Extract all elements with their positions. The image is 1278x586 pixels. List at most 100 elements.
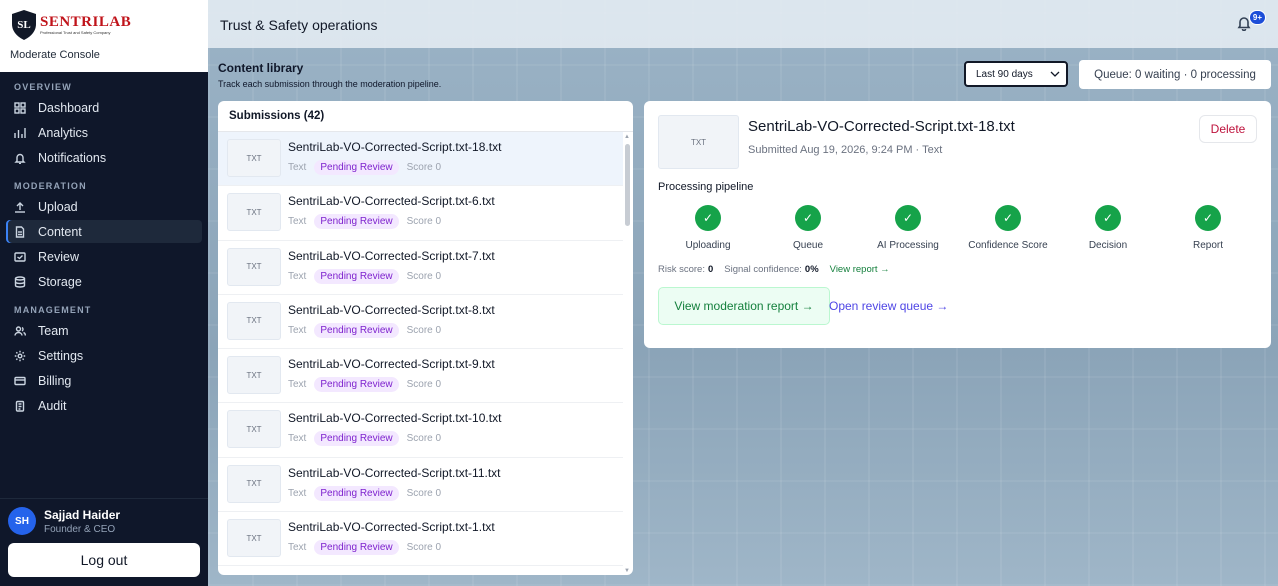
check-circle-icon: ✓	[695, 205, 721, 231]
submission-row[interactable]: TXT SentriLab-VO-Corrected-Script.txt-10.…	[218, 403, 623, 458]
pipeline-step: ✓ Report	[1158, 205, 1258, 251]
check-circle-icon: ✓	[995, 205, 1021, 231]
sidebar-item-team[interactable]: Team	[6, 319, 202, 342]
submission-name: SentriLab-VO-Corrected-Script.txt-9.txt	[288, 357, 495, 372]
file-thumbnail: TXT	[227, 139, 281, 177]
submission-score: Score 0	[406, 379, 442, 391]
pipeline-step-label: AI Processing	[877, 240, 939, 251]
submission-type: Text	[288, 487, 307, 499]
console-subtitle: Moderate Console	[10, 49, 100, 61]
nav-section-title: MODERATION	[14, 181, 87, 191]
submission-row[interactable]: TXT SentriLab-VO-Corrected-Script.txt-1.t…	[218, 512, 623, 567]
submission-type: Text	[288, 542, 307, 554]
sidebar-item-upload[interactable]: Upload	[6, 195, 202, 218]
brand: SL SENTRILAB Professional Trust and Safe…	[0, 0, 208, 72]
submission-row[interactable]: TXT SentriLab-VO-Corrected-Script.txt-11.…	[218, 458, 623, 513]
sidebar-item-billing[interactable]: Billing	[6, 369, 202, 392]
sidebar-item-analytics[interactable]: Analytics	[6, 121, 202, 144]
nav-section-title: OVERVIEW	[14, 82, 72, 92]
pipeline-step: ✓ Uploading	[658, 205, 758, 251]
submissions-list: TXT SentriLab-VO-Corrected-Script.txt-18.…	[218, 132, 633, 567]
card-icon	[14, 375, 26, 387]
scroll-up-icon[interactable]: ▲	[624, 134, 630, 140]
pipeline-step: ✓ Queue	[758, 205, 858, 251]
sidebar-item-label: Review	[38, 249, 79, 264]
open-review-queue-link[interactable]: Open review queue →	[829, 299, 948, 313]
check-circle-icon: ✓	[1095, 205, 1121, 231]
file-thumbnail: TXT	[227, 247, 281, 286]
shield-logo-icon: SL	[12, 10, 36, 40]
status-badge: Pending Review	[314, 214, 399, 230]
status-badge: Pending Review	[314, 431, 399, 447]
view-report-link[interactable]: View report →	[830, 264, 890, 275]
sidebar-item-dashboard[interactable]: Dashboard	[6, 96, 202, 119]
file-thumbnail: TXT	[227, 410, 281, 449]
risk-score-value: 0	[707, 264, 714, 275]
pipeline-title: Processing pipeline	[658, 181, 754, 193]
sidebar-item-audit[interactable]: Audit	[6, 394, 202, 417]
submission-row[interactable]: TXT SentriLab-VO-Corrected-Script.txt-6.t…	[218, 186, 623, 241]
date-range-select[interactable]: Last 90 days	[964, 61, 1068, 87]
submission-name: SentriLab-VO-Corrected-Script.txt-8.txt	[288, 302, 495, 317]
view-moderation-report-button[interactable]: View moderation report →	[658, 287, 830, 325]
list-scrollbar[interactable]: ▲ ▼	[624, 134, 631, 574]
user-name: Sajjad Haider	[44, 507, 121, 522]
library-title: Content library	[218, 61, 304, 75]
document-icon	[14, 225, 26, 238]
risk-score-label: Risk score:	[658, 264, 705, 275]
submission-row[interactable]: TXT SentriLab-VO-Corrected-Script.txt-9.t…	[218, 349, 623, 404]
user-area: SH Sajjad Haider Founder & CEO Log out	[0, 498, 208, 586]
page-title: Trust & Safety operations	[220, 17, 378, 33]
database-icon	[14, 275, 26, 288]
delete-button[interactable]: Delete	[1199, 115, 1257, 143]
submission-name: SentriLab-VO-Corrected-Script.txt-10.txt	[288, 411, 502, 426]
submission-score: Score 0	[406, 270, 442, 282]
sidebar-item-notifications[interactable]: Notifications	[6, 146, 202, 169]
submissions-header: Submissions (42)	[218, 101, 633, 132]
library-subtitle: Track each submission through the modera…	[218, 79, 442, 89]
queue-status: Queue: 0 waiting · 0 processing	[1079, 60, 1271, 89]
pipeline-step: ✓ AI Processing	[858, 205, 958, 251]
pipeline-step-label: Queue	[792, 240, 824, 251]
detail-title: SentriLab-VO-Corrected-Script.txt-18.txt	[748, 118, 1015, 135]
detail-submitted: Submitted Aug 19, 2026, 9:24 PM · Text	[748, 144, 943, 156]
submission-row[interactable]: TXT SentriLab-VO-Corrected-Script.txt-7.t…	[218, 241, 623, 295]
submission-score: Score 0	[406, 542, 442, 554]
pipeline-step: ✓ Confidence Score	[958, 205, 1058, 251]
scroll-down-icon[interactable]: ▼	[624, 568, 630, 574]
sidebar-item-review[interactable]: Review	[6, 245, 202, 268]
scroll-thumb[interactable]	[625, 144, 630, 226]
sidebar-item-settings[interactable]: Settings	[6, 344, 202, 367]
submission-type: Text	[288, 162, 307, 173]
chart-icon	[14, 127, 26, 139]
submission-row[interactable]: TXT SentriLab-VO-Corrected-Script.txt-18.…	[218, 132, 623, 187]
status-badge: Pending Review	[314, 160, 399, 175]
submission-row[interactable]: TXT SentriLab-VO-Corrected-Script.txt-8.t…	[218, 295, 623, 350]
submissions-panel: Submissions (42) TXT SentriLab-VO-Correct…	[218, 101, 633, 575]
user-profile[interactable]: SH Sajjad Haider Founder & CEO	[0, 499, 208, 535]
detail-thumbnail: TXT	[658, 115, 739, 169]
status-badge: Pending Review	[314, 322, 399, 338]
users-icon	[14, 325, 26, 337]
submission-type: Text	[288, 216, 307, 228]
file-thumbnail: TXT	[227, 301, 281, 340]
gear-icon	[14, 350, 26, 362]
sidebar-item-label: Notifications	[38, 150, 107, 165]
logo[interactable]: SL SENTRILAB Professional Trust and Safe…	[10, 8, 198, 42]
submission-type: Text	[288, 379, 307, 391]
logo-initials: SL	[17, 19, 30, 31]
file-thumbnail: TXT	[227, 519, 281, 558]
sidebar-item-label: Dashboard	[38, 100, 100, 115]
score-summary: Risk score: 0 Signal confidence: 0% View…	[658, 264, 890, 275]
pipeline-steps: ✓ Uploading ✓ Queue ✓ AI Processing ✓ Confidenc…	[658, 205, 1258, 255]
avatar: SH	[8, 507, 36, 535]
status-badge: Pending Review	[314, 268, 399, 284]
submission-name: SentriLab-VO-Corrected-Script.txt-7.txt	[288, 248, 495, 263]
sidebar-item-storage[interactable]: Storage	[6, 270, 202, 293]
status-badge: Pending Review	[314, 485, 399, 501]
sidebar-item-label: Team	[38, 323, 69, 338]
logout-button[interactable]: Log out	[8, 543, 200, 577]
sidebar-item-content[interactable]: Content	[6, 220, 202, 243]
pipeline-step-label: Uploading	[685, 240, 731, 251]
bell-icon	[14, 152, 26, 164]
